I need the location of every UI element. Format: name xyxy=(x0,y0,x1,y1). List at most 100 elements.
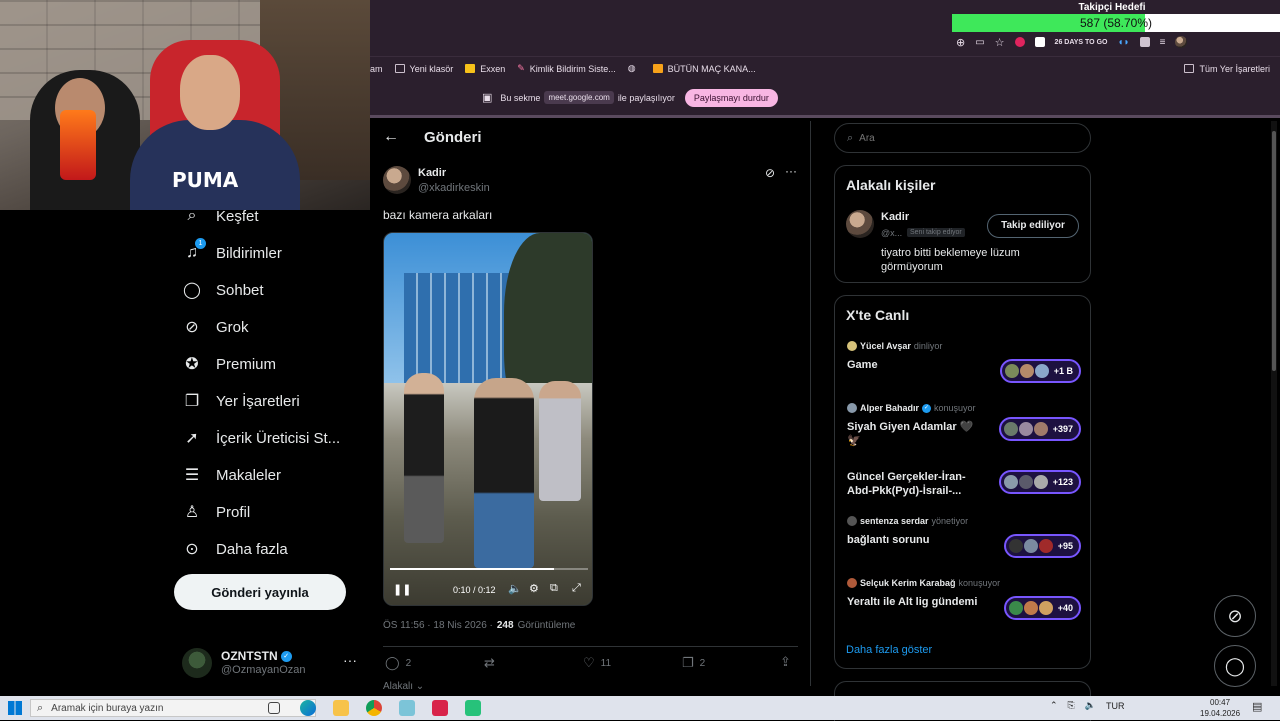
rocket-icon: ➚ xyxy=(185,430,199,447)
page-title: Gönderi xyxy=(424,129,482,146)
post-timestamp[interactable]: ÖS 11:56 · 18 Nis 2026 · xyxy=(383,620,493,631)
video-progress-track[interactable] xyxy=(390,568,588,570)
zoom-icon[interactable]: ⊕ xyxy=(956,36,965,49)
app-icon[interactable] xyxy=(399,700,415,716)
back-arrow-icon[interactable]: ← xyxy=(383,128,399,146)
nav-explore[interactable]: ⌕ Keşfet xyxy=(182,206,259,226)
nav-chat[interactable]: ◯ Sohbet xyxy=(182,280,264,300)
star-icon[interactable]: ☆ xyxy=(995,36,1005,49)
nav-notifications[interactable]: ♫ 1 Bildirimler xyxy=(182,238,282,263)
live-space-item[interactable]: Yücel Avşar dinliyor Game +1 B xyxy=(847,341,1081,383)
account-more-icon[interactable]: ··· xyxy=(343,652,357,668)
file-explorer-icon[interactable] xyxy=(333,700,349,716)
app-icon[interactable] xyxy=(432,700,448,716)
fullscreen-icon[interactable]: ⤢ xyxy=(572,582,581,595)
live-space-item[interactable]: Güncel Gerçekler-İran-Abd-Pkk(Pyd)-İsrai… xyxy=(847,466,1081,506)
bookmark-label: Kimlik Bildirim Siste... xyxy=(529,63,616,74)
like-button[interactable]: ♡ 11 xyxy=(583,655,611,671)
following-button[interactable]: Takip ediliyor xyxy=(987,214,1079,238)
nav-premium[interactable]: ✪ Premium xyxy=(182,354,276,374)
search-box[interactable]: ⌕ xyxy=(834,123,1091,153)
post-column: ← Gönderi Kadir @xkadirkeskin ⊘ ··· bazı… xyxy=(370,121,811,692)
days-to-go-badge: 26 DAYS TO GO xyxy=(1054,38,1108,46)
extension-red-icon[interactable] xyxy=(1014,37,1025,47)
relevant-person-handle[interactable]: @x... xyxy=(881,228,902,238)
profile-avatar[interactable] xyxy=(1175,36,1188,48)
notifications-icon[interactable]: ▤ xyxy=(1252,700,1262,713)
nav-grok[interactable]: ⊘ Grok xyxy=(182,317,248,337)
bookmark-item[interactable]: am xyxy=(370,64,383,74)
account-handle: @OzmayanOzan xyxy=(221,664,306,676)
listener-avatar xyxy=(1007,600,1024,616)
tray-chevron-icon[interactable]: ⌃ xyxy=(1050,700,1058,711)
folder-icon xyxy=(1184,64,1195,73)
bookmark-button[interactable]: ❐ 2 xyxy=(682,655,705,671)
nav-bookmarks[interactable]: ❐ Yer İşaretleri xyxy=(182,391,300,411)
edge-icon[interactable] xyxy=(300,700,316,716)
share-icon[interactable]: ⇪ xyxy=(780,654,791,670)
puzzle-icon[interactable] xyxy=(1139,37,1150,47)
author-avatar[interactable] xyxy=(383,166,411,194)
relevant-sort[interactable]: Alakalı ⌄ xyxy=(383,681,424,692)
listener-count-pill[interactable]: +95 xyxy=(1003,534,1081,558)
nav-more[interactable]: ⊙ Daha fazla xyxy=(182,539,287,559)
settings-icon[interactable]: ⚙ xyxy=(529,582,539,595)
show-more-link[interactable]: Daha fazla göster xyxy=(846,644,932,656)
nav-articles[interactable]: ☰ Makaleler xyxy=(182,465,281,485)
notification-badge: 1 xyxy=(195,238,206,249)
app-icon[interactable] xyxy=(465,700,481,716)
grok-icon[interactable]: ⊘ xyxy=(765,166,775,180)
post-button[interactable]: Gönderi yayınla xyxy=(174,574,346,610)
messages-floating-button[interactable]: ◯ xyxy=(1214,645,1256,687)
listener-count-pill[interactable]: +40 xyxy=(1003,596,1081,620)
pause-icon[interactable]: ❚❚ xyxy=(393,583,411,596)
menu-list-icon[interactable]: ≡ xyxy=(1160,37,1166,48)
nav-creator-studio[interactable]: ➚ İçerik Üreticisi St... xyxy=(182,428,340,448)
author-handle[interactable]: @xkadirkeskin xyxy=(418,182,490,194)
bookmark-label: BÜTÜN MAÇ KANA... xyxy=(667,63,756,74)
cast-icon[interactable]: ▭ xyxy=(975,37,984,48)
stop-sharing-button[interactable]: Paylaşmayı durdur xyxy=(684,88,778,107)
live-space-item[interactable]: Alper Bahadır ✓ konuşuyor Siyah Giyen Adam… xyxy=(847,403,1081,453)
chrome-icon[interactable] xyxy=(366,700,382,716)
reply-button[interactable]: ◯ 2 xyxy=(385,655,411,671)
verified-badge-icon: ✓ xyxy=(280,650,292,662)
repost-button[interactable]: ⇄ xyxy=(484,655,501,671)
all-bookmarks-folder[interactable]: Tüm Yer İşaretleri xyxy=(1184,64,1270,74)
listener-count-pill[interactable]: +1 B xyxy=(999,359,1081,383)
picture-in-picture-icon[interactable]: ⧉ xyxy=(550,582,558,595)
bookmark-item[interactable]: Exxen xyxy=(465,64,505,74)
volume-icon[interactable]: 🔈 xyxy=(508,582,522,595)
follows-you-badge: Seni takip ediyor xyxy=(907,228,965,237)
bookmark-item[interactable]: ✎ Kimlik Bildirim Siste... xyxy=(517,63,616,74)
relevant-person-avatar[interactable] xyxy=(846,210,874,238)
nav-label: Premium xyxy=(216,355,277,373)
tab-sharing-bar: ▣ Bu sekme meet.google.com ile paylaşılı… xyxy=(370,80,1280,118)
listener-count-pill[interactable]: +397 xyxy=(998,417,1081,441)
extension-white-icon[interactable] xyxy=(1034,37,1045,47)
grok-floating-button[interactable]: ⊘ xyxy=(1214,595,1256,637)
author-name[interactable]: Kadir xyxy=(418,167,446,179)
network-icon[interactable]: ⎘ xyxy=(1068,700,1075,711)
live-space-item[interactable]: Selçuk Kerim Karabağ konuşuyor Yeraltı il… xyxy=(847,578,1081,620)
post-video[interactable]: ❚❚ 0:10 / 0:12 🔈 ⚙ ⧉ ⤢ xyxy=(383,232,593,606)
page-scrollbar[interactable] xyxy=(1271,121,1277,686)
start-icon[interactable] xyxy=(8,701,22,715)
bookmark-folder[interactable]: Yeni klasör xyxy=(394,64,453,74)
scrollbar-thumb[interactable] xyxy=(1272,131,1276,371)
more-options-icon[interactable]: ··· xyxy=(785,164,797,178)
relevant-person-name[interactable]: Kadir xyxy=(881,211,909,223)
language-indicator[interactable]: TUR xyxy=(1106,701,1125,711)
search-input[interactable] xyxy=(859,132,1060,144)
task-view-icon[interactable] xyxy=(268,702,280,714)
live-space-item[interactable]: sentenza serdar yönetiyor bağlantı sorunu… xyxy=(847,516,1081,558)
bookmark-item[interactable]: ◍ xyxy=(628,63,641,74)
bookmark-item[interactable]: BÜTÜN MAÇ KANA... xyxy=(652,63,756,74)
clock[interactable]: 00:47 19.04.2026 xyxy=(1200,697,1240,719)
nav-profile[interactable]: ♙ Profil xyxy=(182,502,250,522)
extension-blue-icon[interactable]: ◖◗ xyxy=(1117,37,1129,48)
account-switcher[interactable]: OZNTSTN ✓ @OzmayanOzan ··· xyxy=(182,646,362,680)
volume-icon[interactable]: 🔈 xyxy=(1085,700,1096,711)
host-role: konuşuyor xyxy=(958,578,1001,588)
listener-count-pill[interactable]: +123 xyxy=(998,470,1081,494)
